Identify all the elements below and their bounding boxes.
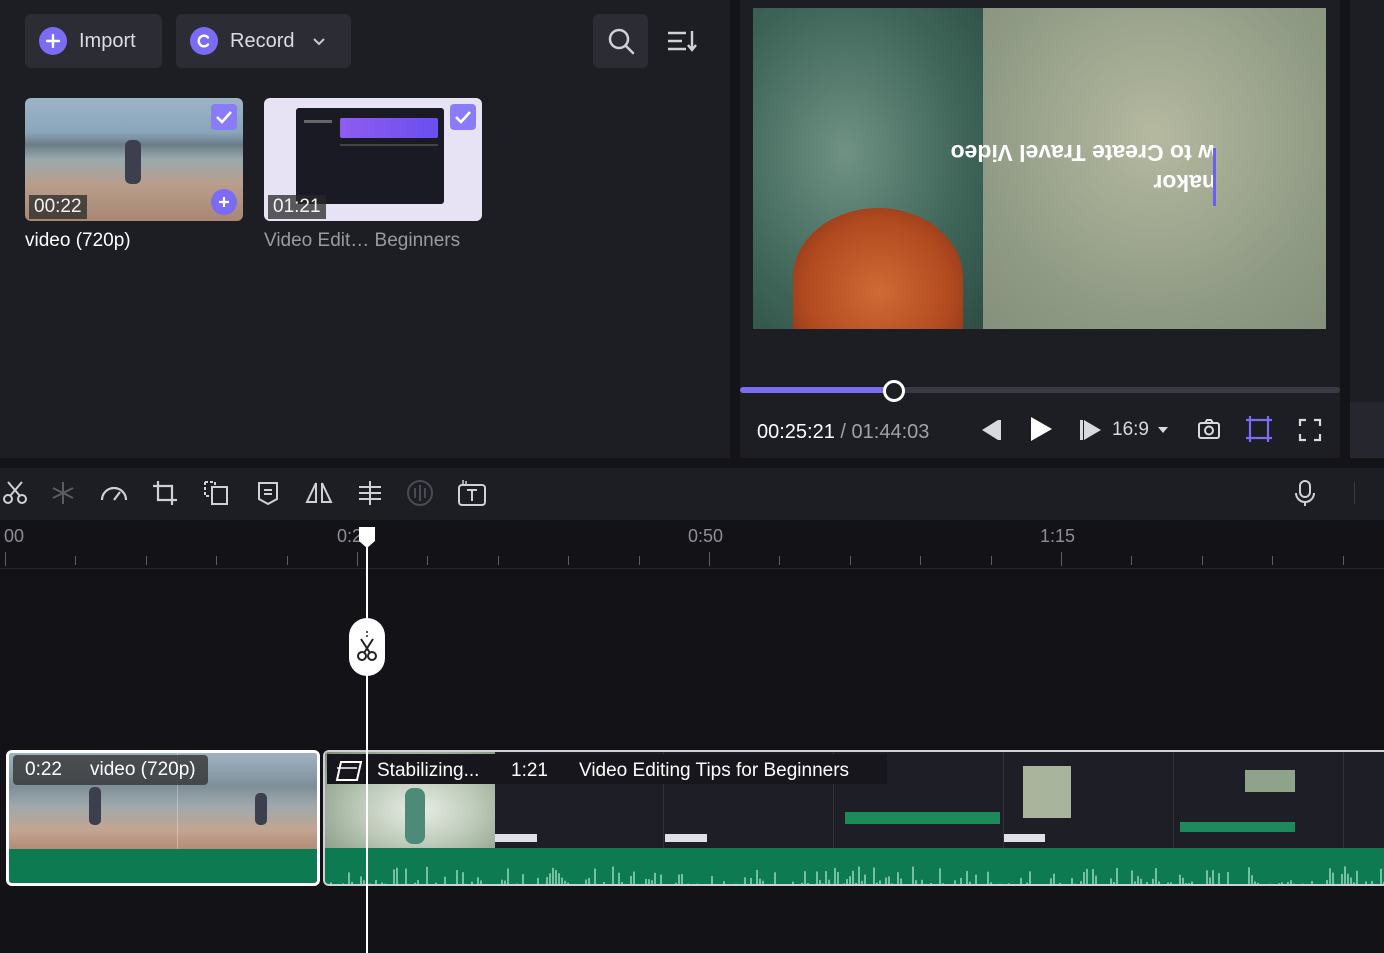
import-button[interactable]: Import (25, 14, 162, 68)
subtitle-icon[interactable] (253, 478, 283, 508)
previous-frame-icon[interactable] (976, 418, 1004, 447)
progress-fill (740, 387, 894, 393)
speed-icon[interactable] (99, 478, 129, 508)
clip-name: Video Editing Tips for Beginners (579, 760, 850, 781)
scissors-icon[interactable] (0, 478, 30, 508)
mirror-icon[interactable] (304, 478, 334, 508)
playhead-line[interactable] (366, 538, 368, 953)
ruler-label: 1:15 (1040, 526, 1076, 546)
scissors-icon (357, 631, 377, 661)
ruler-tick (5, 552, 6, 566)
text-to-speech-icon[interactable] (457, 478, 487, 508)
duration-badge: 00:22 (29, 195, 87, 219)
preview-panel: nakor w to Create Travel Video 00:25:21 … (740, 0, 1340, 458)
clip-label-badge: 0:22 video (720p) (13, 755, 208, 785)
child-figure (125, 140, 141, 184)
plus-icon (39, 27, 67, 55)
ruler-tick (568, 556, 570, 565)
playback-progress-bar[interactable] (740, 380, 1340, 402)
ruler-tick (1342, 556, 1344, 565)
time-ruler[interactable]: 00 0:2 0:50 1:15 (0, 522, 1384, 569)
overlay-text-line2: nakor (1153, 170, 1216, 196)
overlay-title-text: nakor w to Create Travel Video (873, 138, 1216, 198)
record-button[interactable]: Record (176, 14, 351, 68)
ruler-tick (920, 556, 922, 565)
media-item-video-editing-tips[interactable]: 01:21 (264, 98, 482, 221)
camera-icon[interactable] (1197, 418, 1221, 445)
text-cursor (1213, 148, 1216, 206)
ruler-tick (779, 556, 781, 565)
ruler-tick (145, 556, 147, 565)
current-time: 00:25:21 (757, 421, 835, 443)
timeline-toolbar (0, 468, 1384, 520)
aspect-ratio-select[interactable]: 16:9 (1112, 419, 1169, 441)
duration-badge: 01:21 (268, 195, 326, 219)
align-icon[interactable] (355, 478, 385, 508)
aspect-ratio-value: 16:9 (1112, 419, 1149, 440)
audio-detect-icon[interactable] (405, 478, 435, 508)
ruler-tick (286, 556, 288, 565)
ruler-tick (1272, 556, 1274, 565)
fullscreen-icon[interactable] (1298, 418, 1322, 447)
search-button[interactable] (593, 14, 648, 68)
audio-track (325, 848, 1384, 884)
checkbox-checked-icon[interactable] (450, 104, 476, 130)
ruler-tick (849, 556, 851, 565)
timeline-clip-video-720p[interactable]: 0:22 video (720p) (6, 750, 320, 886)
audio-waveform (327, 866, 1384, 884)
stabilize-icon (335, 758, 363, 787)
media-item-label: Video Edit… Beginners (264, 230, 461, 251)
timeline-clip-video-editing-tips[interactable]: Stabilizing... 1:21 Video Editing Tips f… (323, 750, 1384, 886)
add-to-timeline-icon[interactable] (211, 189, 237, 215)
ruler-tick (1201, 556, 1203, 565)
next-frame-icon[interactable] (1078, 418, 1106, 447)
ruler-tick (216, 556, 218, 565)
record-icon (190, 27, 218, 55)
media-item-label: video (720p) (25, 230, 131, 251)
checkbox-checked-icon[interactable] (211, 104, 237, 130)
ruler-tick (638, 556, 640, 565)
preview-video-frame[interactable]: nakor w to Create Travel Video (753, 8, 1326, 329)
import-label: Import (79, 29, 136, 52)
ruler-tick (497, 556, 499, 565)
ruler-tick (75, 556, 77, 565)
right-side-panel (1350, 0, 1384, 458)
ruler-tick (1131, 556, 1133, 565)
ruler-tick (990, 556, 992, 565)
ruler-label: 0:50 (688, 526, 724, 546)
ruler-tick (427, 556, 429, 565)
record-label: Record (230, 29, 295, 52)
search-icon (608, 28, 634, 55)
total-time: / 01:44:03 (840, 421, 930, 443)
media-library-panel: Import Record 00:22 video (720p) 01:21 V… (0, 0, 730, 458)
ruler-tick (1061, 552, 1062, 566)
ruler-tick (709, 552, 710, 566)
overlay-text-line1: w to Create Travel Video (950, 140, 1216, 166)
play-icon[interactable] (1028, 415, 1054, 448)
playhead-handle[interactable] (357, 525, 377, 549)
crop-frame-icon[interactable] (1245, 415, 1273, 448)
ruler-tick (357, 552, 358, 566)
screen-thumbnail (296, 108, 444, 204)
audio-track (9, 849, 317, 883)
caret-down-icon (1157, 427, 1168, 433)
media-item-video-720p[interactable]: 00:22 (25, 98, 243, 221)
split-scissors-button[interactable] (349, 618, 385, 676)
crop-icon[interactable] (150, 478, 180, 508)
clip-duration: 1:21 (511, 760, 548, 781)
freeze-icon[interactable] (48, 478, 78, 508)
ruler-label: 00 (4, 526, 25, 546)
microphone-icon[interactable] (1290, 478, 1320, 508)
clip-name: video (720p) (89, 759, 196, 780)
chevron-down-icon[interactable] (312, 30, 326, 53)
clip-status: Stabilizing... (377, 760, 480, 781)
progress-handle[interactable] (882, 380, 905, 402)
clip-duration: 0:22 (25, 759, 62, 780)
duplicate-icon[interactable] (201, 478, 231, 508)
timeline-area[interactable]: 00 0:2 0:50 1:15 0:22 video (720p) Stabi… (0, 522, 1384, 953)
sort-icon[interactable] (666, 28, 698, 59)
timecode: 00:25:21 / 01:44:03 (757, 421, 929, 444)
